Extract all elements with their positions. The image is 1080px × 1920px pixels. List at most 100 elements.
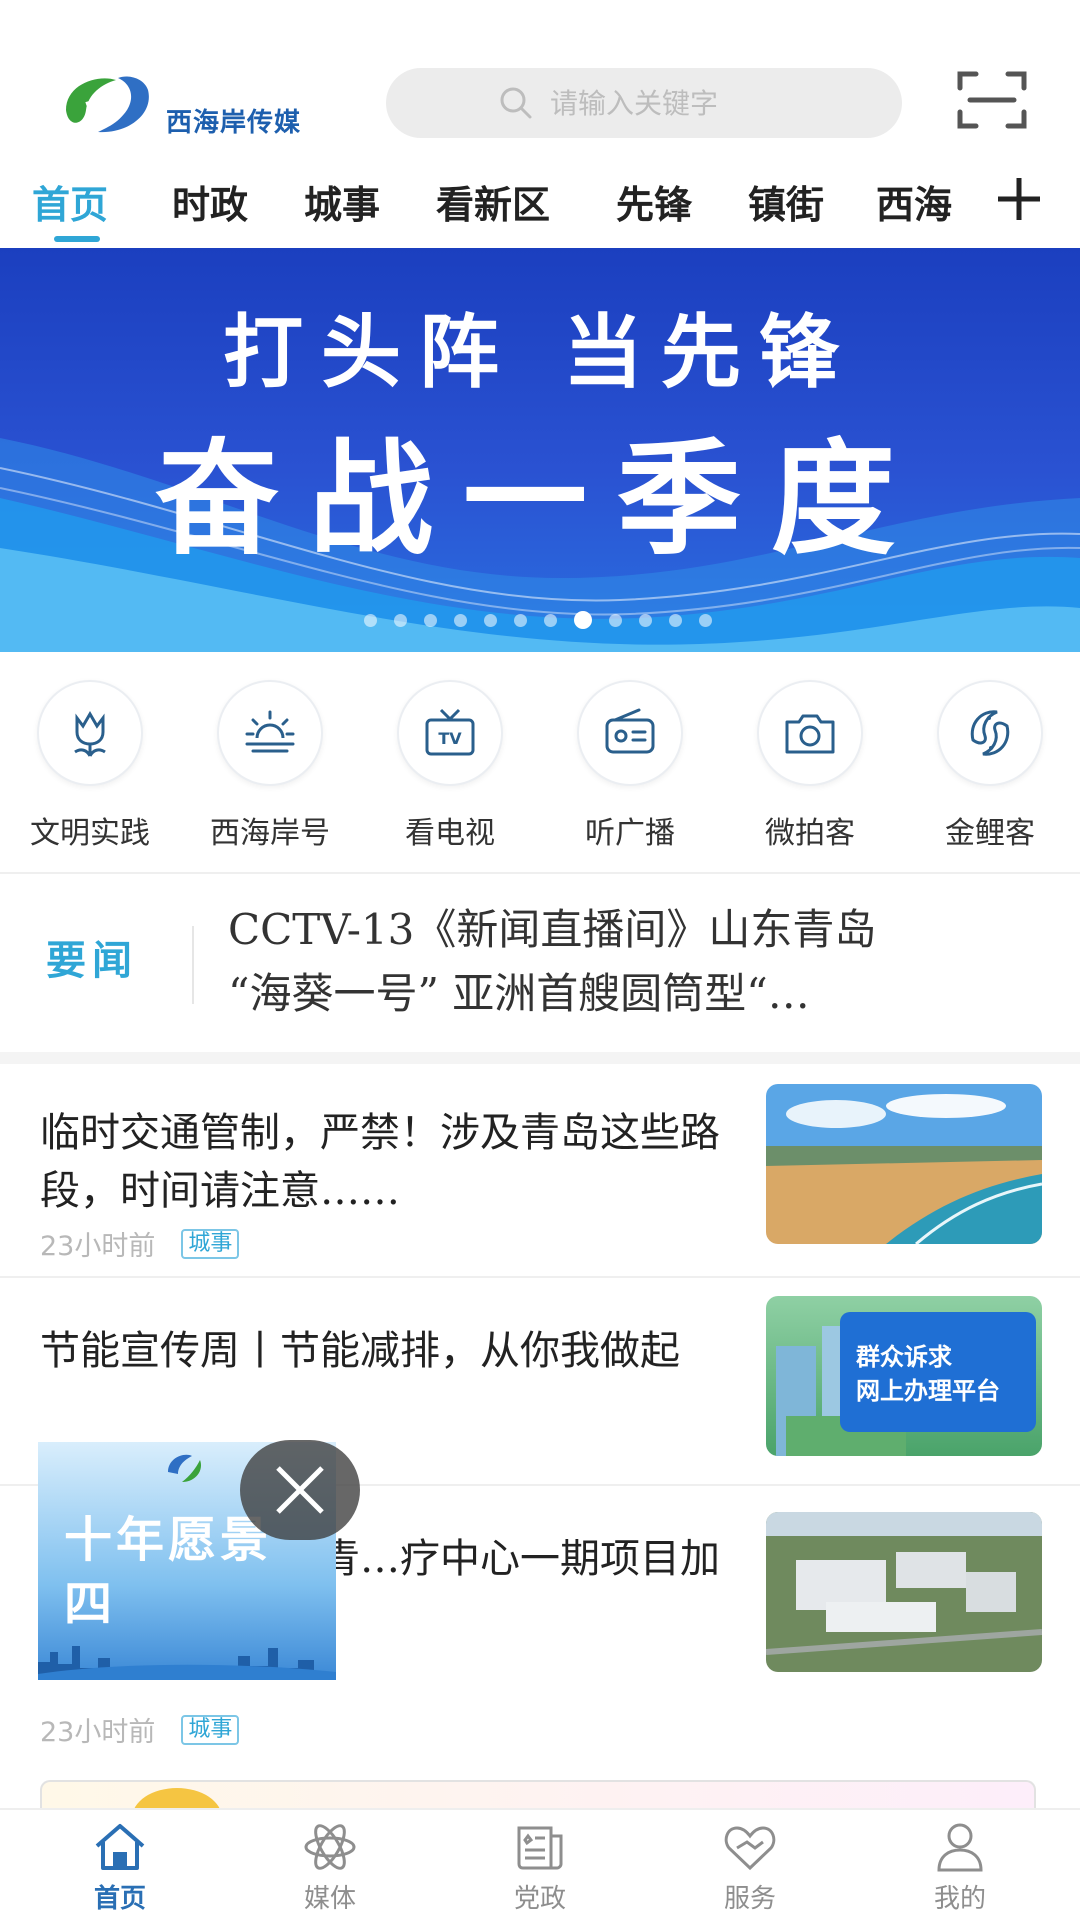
- top-news-text[interactable]: CCTV-13《新闻直播间》山东青岛 “海葵一号” 亚洲首艘圆筒型“…: [228, 898, 1028, 1026]
- nav-media[interactable]: 媒体: [260, 1818, 400, 1915]
- carousel-dots: [364, 611, 729, 629]
- news-time: 23小时前: [40, 1717, 156, 1748]
- news-meta: 23小时前 城事: [40, 1710, 240, 1749]
- carousel-dot[interactable]: [699, 613, 712, 627]
- nav-profile[interactable]: 我的: [890, 1818, 1030, 1915]
- nav-label: 媒体: [303, 1884, 356, 1914]
- ad-logo-icon: [168, 1454, 202, 1482]
- news-category-badge: 城事: [181, 1228, 240, 1259]
- thumbnail-caption: 群众诉求 网上办理平台: [856, 1340, 1000, 1408]
- section-divider: [0, 872, 1080, 874]
- search-icon: [500, 87, 532, 119]
- nav-label: 服务: [723, 1884, 776, 1914]
- logo-swirl-icon: [66, 76, 149, 133]
- nav-services[interactable]: 服务: [680, 1818, 820, 1915]
- quick-link-civilization[interactable]: 文明实践: [0, 680, 180, 852]
- aerial-complex-photo: [766, 1512, 1042, 1672]
- news-item[interactable]: 临时交通管制，严禁！涉及青岛这些路段，时间请注意…… 23小时前 城事: [0, 1064, 1080, 1274]
- nav-home[interactable]: 首页: [50, 1818, 190, 1915]
- quick-link-label: 微拍客: [765, 816, 855, 851]
- news-thumbnail: [766, 1084, 1042, 1244]
- nav-label: 党政: [513, 1884, 566, 1914]
- quick-link-radio[interactable]: 听广播: [540, 680, 720, 852]
- search-bar[interactable]: [386, 68, 902, 138]
- carousel-dot[interactable]: [639, 613, 652, 627]
- quick-link-golden-carp[interactable]: 金鲤客: [900, 680, 1080, 852]
- scan-icon[interactable]: [956, 68, 1028, 132]
- banner-subheadline: 奋战一季度: [154, 427, 925, 572]
- banner-headline: 打头阵 当先锋: [223, 305, 857, 399]
- home-icon: [95, 1824, 145, 1870]
- close-icon: [276, 1466, 324, 1514]
- nav-label: 首页: [93, 1884, 146, 1914]
- carousel-dot[interactable]: [669, 613, 682, 627]
- app-header: 西海岸传媒 首页 时政 城事 看新区 先锋 镇街 西海: [0, 0, 1080, 242]
- quick-link-label: 金鲤客: [945, 816, 1035, 851]
- banner-carousel[interactable]: 打头阵 当先锋 奋战一季度: [0, 248, 1080, 652]
- tab-towns[interactable]: 镇街: [748, 174, 824, 229]
- tv-icon: TV: [425, 708, 475, 756]
- quick-link-label: 文明实践: [30, 816, 150, 851]
- carp-icon: [970, 710, 1010, 756]
- nav-label: 我的: [933, 1884, 986, 1914]
- beach-photo: [766, 1084, 1042, 1244]
- quick-links: 文明实践 西海岸号 TV 看电视 听广播 微拍客 金鲤客: [0, 680, 1080, 852]
- carousel-dot[interactable]: [609, 613, 622, 627]
- carousel-dot[interactable]: [574, 611, 592, 629]
- news-thumbnail: 群众诉求 网上办理平台: [766, 1296, 1042, 1456]
- ad-skyline-graphic: [38, 1646, 336, 1680]
- close-ad-button[interactable]: [240, 1440, 360, 1540]
- heart-hands-icon: [724, 1826, 776, 1871]
- thumbnail-caption-line: 群众诉求: [856, 1343, 952, 1371]
- carousel-dot[interactable]: [484, 613, 497, 627]
- atom-icon: [304, 1824, 356, 1870]
- floating-ad-line: 十年愿景: [64, 1512, 273, 1568]
- carousel-dot[interactable]: [424, 613, 437, 627]
- tab-pioneer[interactable]: 先锋: [616, 174, 692, 229]
- carousel-dot[interactable]: [394, 613, 407, 627]
- category-tabs: 首页 时政 城事 看新区 先锋 镇街 西海: [0, 170, 1080, 246]
- carousel-dot[interactable]: [544, 613, 557, 627]
- quick-link-camera[interactable]: 微拍客: [720, 680, 900, 852]
- quick-link-label: 听广播: [585, 816, 675, 851]
- floating-ad-line: 四: [64, 1576, 117, 1632]
- bottom-navigation: 首页 媒体 党政 服务 我的: [0, 1808, 1080, 1920]
- top-news-line: CCTV-13《新闻直播间》山东青岛: [228, 905, 877, 954]
- news-meta: 23小时前 城事: [40, 1224, 240, 1263]
- sunrise-icon: [245, 710, 295, 753]
- add-tab-icon[interactable]: [994, 174, 1044, 224]
- news-category-badge: 城事: [181, 1714, 240, 1745]
- tab-home[interactable]: 首页: [32, 174, 108, 229]
- news-icon: [517, 1826, 563, 1870]
- quick-link-xihaian-account[interactable]: 西海岸号: [180, 680, 360, 852]
- carousel-dot[interactable]: [514, 613, 527, 627]
- nav-party-gov[interactable]: 党政: [470, 1818, 610, 1915]
- camera-icon: [785, 714, 835, 754]
- carousel-dot[interactable]: [454, 613, 467, 627]
- quick-link-tv[interactable]: TV 看电视: [360, 680, 540, 852]
- news-time: 23小时前: [40, 1231, 156, 1262]
- quick-link-label: 西海岸号: [210, 816, 330, 851]
- top-news-ticker[interactable]: 要闻 CCTV-13《新闻直播间》山东青岛 “海葵一号” 亚洲首艘圆筒型“…: [0, 876, 1080, 1056]
- tab-city[interactable]: 城事: [304, 174, 380, 229]
- news-divider: [0, 1276, 1080, 1278]
- app-logo: 西海岸传媒: [58, 64, 338, 144]
- thumbnail-caption-line: 网上办理平台: [856, 1377, 1000, 1405]
- quick-link-label: 看电视: [405, 816, 495, 851]
- tab-new-district[interactable]: 看新区: [436, 174, 550, 229]
- search-input[interactable]: [550, 86, 790, 120]
- tab-politics[interactable]: 时政: [172, 174, 248, 229]
- top-news-label: 要闻: [46, 938, 138, 984]
- top-news-separator: [192, 926, 194, 1004]
- news-title: 节能宣传周丨节能减排，从你我做起: [40, 1328, 680, 1374]
- top-news-line: “海葵一号” 亚洲首艘圆筒型“…: [228, 969, 810, 1018]
- news-title: 临时交通管制，严禁！涉及青岛这些路段，时间请注意……: [40, 1110, 720, 1214]
- section-divider: [0, 1052, 1080, 1064]
- tab-xihai[interactable]: 西海: [876, 174, 952, 229]
- carousel-dot[interactable]: [364, 613, 377, 627]
- news-thumbnail: [766, 1512, 1042, 1672]
- logo-text: 西海岸传媒: [166, 108, 302, 138]
- svg-text:TV: TV: [438, 729, 462, 748]
- tab-active-indicator: [54, 236, 100, 242]
- user-icon: [937, 1823, 983, 1872]
